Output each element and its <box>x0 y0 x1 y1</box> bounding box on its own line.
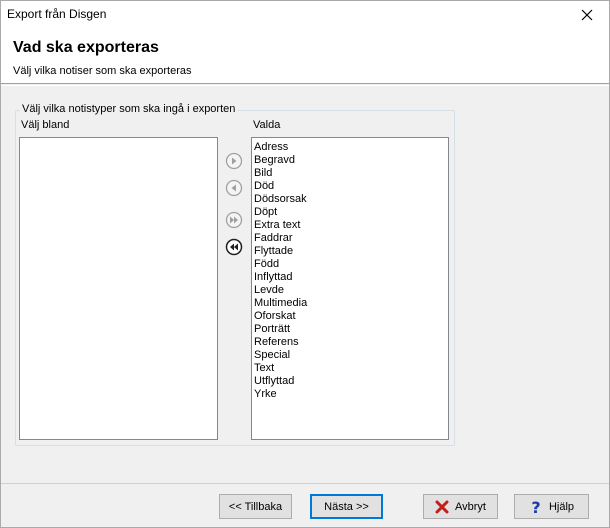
list-item[interactable]: Levde <box>252 284 448 297</box>
double-arrow-left-icon <box>225 238 243 256</box>
next-button[interactable]: Nästa >> <box>310 494 383 519</box>
list-item[interactable]: Extra text <box>252 219 448 232</box>
wizard-header: Vad ska exporteras Välj vilka notiser so… <box>1 29 609 84</box>
help-button[interactable]: ? Hjälp <box>514 494 589 519</box>
add-all-button[interactable] <box>224 210 244 230</box>
list-item[interactable]: Yrke <box>252 388 448 401</box>
question-mark-icon: ? <box>531 499 540 515</box>
list-item[interactable]: Inflyttad <box>252 271 448 284</box>
remove-all-button[interactable] <box>224 237 244 257</box>
cancel-button-label: Avbryt <box>455 500 486 513</box>
selected-label: Valda <box>253 119 281 131</box>
list-item[interactable]: Adress <box>252 141 448 154</box>
list-item[interactable]: Begravd <box>252 154 448 167</box>
cancel-x-icon <box>435 500 449 513</box>
list-item[interactable]: Special <box>252 349 448 362</box>
list-item[interactable]: Död <box>252 180 448 193</box>
available-label: Välj bland <box>21 119 70 131</box>
window-title: Export från Disgen <box>7 7 107 21</box>
double-arrow-right-icon <box>225 211 243 229</box>
list-item[interactable]: Referens <box>252 336 448 349</box>
list-item[interactable]: Flyttade <box>252 245 448 258</box>
help-button-label: Hjälp <box>548 500 575 513</box>
close-button[interactable] <box>565 1 609 29</box>
close-icon <box>581 9 593 21</box>
arrow-right-icon <box>225 152 243 170</box>
header-divider <box>1 85 609 86</box>
list-item[interactable]: Född <box>252 258 448 271</box>
list-item[interactable]: Döpt <box>252 206 448 219</box>
list-item[interactable]: Bild <box>252 167 448 180</box>
next-button-label: Nästa >> <box>324 500 369 513</box>
list-item[interactable]: Porträtt <box>252 323 448 336</box>
page-title: Vad ska exporteras <box>13 39 159 56</box>
list-item[interactable]: Utflyttad <box>252 375 448 388</box>
page-subtitle: Välj vilka notiser som ska exporteras <box>13 65 192 77</box>
list-item[interactable]: Dödsorsak <box>252 193 448 206</box>
list-item[interactable]: Faddrar <box>252 232 448 245</box>
back-button[interactable]: << Tillbaka <box>219 494 292 519</box>
selected-listbox[interactable]: Adress Begravd Bild Död Dödsorsak Döpt Extra t… <box>251 137 449 440</box>
title-bar: Export från Disgen <box>1 1 609 29</box>
footer-divider <box>1 483 609 484</box>
back-button-label: << Tillbaka <box>228 500 283 513</box>
available-listbox[interactable] <box>19 137 218 440</box>
list-item[interactable]: Oforskat <box>252 310 448 323</box>
svg-text:?: ? <box>531 499 540 515</box>
remove-button[interactable] <box>224 178 244 198</box>
list-item[interactable]: Text <box>252 362 448 375</box>
cancel-button[interactable]: Avbryt <box>423 494 498 519</box>
add-button[interactable] <box>224 151 244 171</box>
arrow-left-icon <box>225 179 243 197</box>
list-item[interactable]: Multimedia <box>252 297 448 310</box>
group-legend: Välj vilka notistyper som ska ingå i exp… <box>20 103 238 115</box>
export-dialog: Export från Disgen Vad ska exporteras Vä… <box>0 0 610 528</box>
